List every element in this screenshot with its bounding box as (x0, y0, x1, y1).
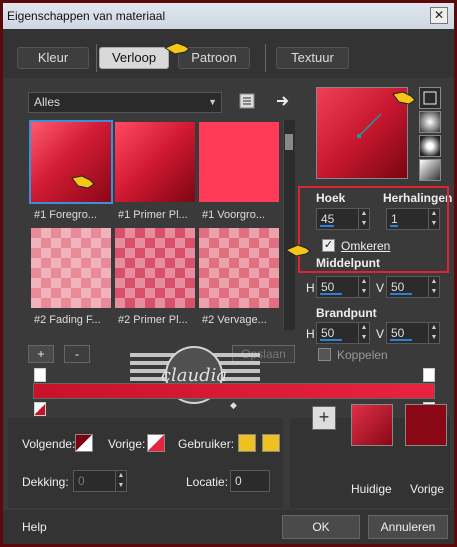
ok-button[interactable]: OK (282, 515, 360, 539)
gradient-tile[interactable] (199, 122, 279, 202)
sunburst-style-button[interactable] (419, 135, 441, 157)
next-color-swatch[interactable] (75, 434, 93, 452)
tile-label: #1 Foregro... (34, 209, 97, 221)
gradient-tile[interactable] (31, 228, 111, 308)
tile-label: #2 Fading F... (34, 314, 101, 326)
window-title: Eigenschappen van materiaal (7, 9, 166, 23)
pointer-hand-icon (71, 175, 95, 189)
center-h-label: H (306, 281, 315, 295)
add-gradient-button[interactable]: + (28, 345, 54, 363)
linear-style-button[interactable] (419, 87, 441, 109)
focal-v-label: V (376, 327, 385, 341)
previous-color-swatch[interactable] (147, 434, 165, 452)
previous-material-label: Vorige (410, 482, 445, 496)
gradient-editor-bar[interactable] (33, 383, 435, 399)
pointer-hand-icon (392, 91, 416, 105)
arrow-right-icon[interactable] (274, 92, 292, 110)
pointer-hand-icon (163, 42, 190, 55)
center-h-input[interactable]: 50 ▲ ▼ (316, 276, 370, 298)
focal-v-input[interactable]: 50 ▲ ▼ (386, 322, 440, 344)
gradient-tile[interactable] (199, 228, 279, 308)
tab-textuur[interactable]: Textuur (276, 47, 349, 69)
close-button[interactable]: ✕ (430, 7, 448, 24)
midpoint-marker[interactable]: ◆ (230, 401, 238, 410)
invert-checkbox[interactable]: ✓ (322, 239, 335, 252)
center-v-label: V (376, 281, 385, 295)
user-label: Gebruiker: (178, 437, 235, 451)
focal-h-input[interactable]: 50 ▲ ▼ (316, 322, 370, 344)
tile-label: #1 Voorgro... (202, 209, 265, 221)
center-v-input[interactable]: 50 ▲ ▼ (386, 276, 440, 298)
pointer-hand-icon (284, 244, 311, 257)
cancel-button[interactable]: Annuleren (368, 515, 448, 539)
scrollbar-thumb[interactable] (285, 134, 293, 150)
opacity-stop-marker[interactable] (34, 368, 46, 382)
opacity-input[interactable]: 0 ▲ ▼ (73, 470, 127, 492)
location-input[interactable]: 0 (230, 470, 270, 492)
title-bar: Eigenschappen van materiaal (3, 3, 454, 29)
rectangular-style-button[interactable] (419, 111, 441, 133)
tile-label: #2 Primer Pl... (118, 314, 188, 326)
link-label: Koppelen (337, 348, 388, 362)
opacity-label: Dekking: (22, 475, 69, 489)
focal-label: Brandpunt (316, 306, 377, 320)
tile-label: #2 Vervage... (202, 314, 267, 326)
next-label: Volgende: (22, 437, 76, 451)
radial-style-button[interactable] (419, 159, 441, 181)
tile-label: #1 Primer Pl... (118, 209, 188, 221)
previous-material-swatch[interactable] (405, 404, 447, 446)
tab-kleur[interactable]: Kleur (17, 47, 89, 69)
center-label: Middelpunt (316, 256, 380, 270)
focal-h-label: H (306, 327, 315, 341)
category-value: Alles (34, 95, 61, 109)
tab-divider (265, 44, 266, 72)
previous-label: Vorige: (108, 437, 146, 451)
resources-icon[interactable] (238, 92, 256, 110)
category-dropdown[interactable]: Alles ▼ (28, 92, 222, 113)
stop-controls-panel (8, 418, 283, 508)
add-swatch-button[interactable]: + (312, 406, 336, 430)
tab-verloop[interactable]: Verloop (99, 47, 169, 69)
gallery-scrollbar[interactable] (283, 120, 295, 330)
remove-gradient-button[interactable]: - (64, 345, 90, 363)
gradient-tile[interactable] (115, 122, 195, 202)
opacity-stop-marker[interactable] (423, 368, 435, 382)
tab-divider (96, 44, 97, 72)
user-color-swatch[interactable] (238, 434, 256, 452)
user-color-swatch[interactable] (262, 434, 280, 452)
help-link[interactable]: Help (22, 520, 47, 534)
gradient-tile[interactable] (115, 228, 195, 308)
location-label: Locatie: (186, 475, 229, 489)
color-stop-marker[interactable] (34, 402, 46, 416)
link-checkbox[interactable] (318, 348, 331, 361)
current-label: Huidige (351, 482, 392, 496)
current-material-swatch[interactable] (351, 404, 393, 446)
invert-label: Omkeren (341, 239, 391, 253)
chevron-down-icon: ▼ (208, 97, 217, 107)
